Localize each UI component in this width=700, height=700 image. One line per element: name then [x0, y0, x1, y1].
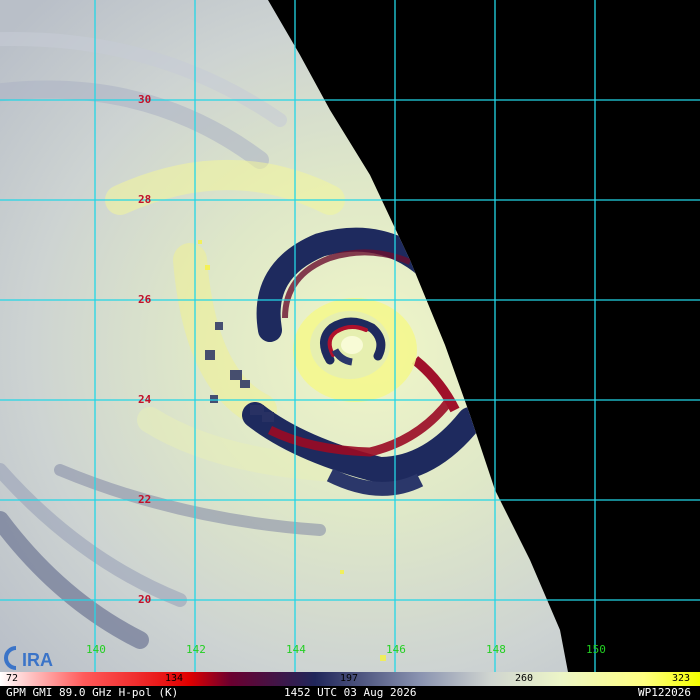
storm-id-label: WP122026: [638, 686, 691, 699]
lat-label-20: 20: [138, 593, 152, 606]
lon-label-144: 144: [286, 643, 306, 656]
lat-label-28: 28: [138, 193, 152, 206]
colorbar-tick-134: 134: [165, 673, 184, 684]
cira-logo: IRA: [4, 646, 53, 670]
lon-label-146: 146: [386, 643, 406, 656]
svg-text:IRA: IRA: [22, 650, 53, 670]
lon-label-148: 148: [486, 643, 506, 656]
lat-label-24: 24: [138, 393, 152, 406]
lon-label-150: 150: [586, 643, 606, 656]
lon-label-142: 142: [186, 643, 206, 656]
colorbar-tick-260: 260: [515, 673, 534, 684]
lat-label-22: 22: [138, 493, 152, 506]
colorbar-tick-323: 323: [672, 673, 691, 684]
colorbar-tick-72: 72: [6, 673, 19, 684]
colorbar-tick-197: 197: [340, 673, 359, 684]
microwave-imagery: [0, 0, 700, 672]
colorbar: 72 134 197 260 323: [0, 672, 700, 686]
lat-label-26: 26: [138, 293, 152, 306]
lat-label-30: 30: [138, 93, 152, 106]
lon-label-140: 140: [86, 643, 106, 656]
footer-bar: GPM GMI 89.0 GHz H-pol (K) 1452 UTC 03 A…: [0, 686, 700, 700]
sensor-label: GPM GMI 89.0 GHz H-pol (K): [6, 686, 179, 699]
timestamp-label: 1452 UTC 03 Aug 2026: [284, 686, 417, 699]
